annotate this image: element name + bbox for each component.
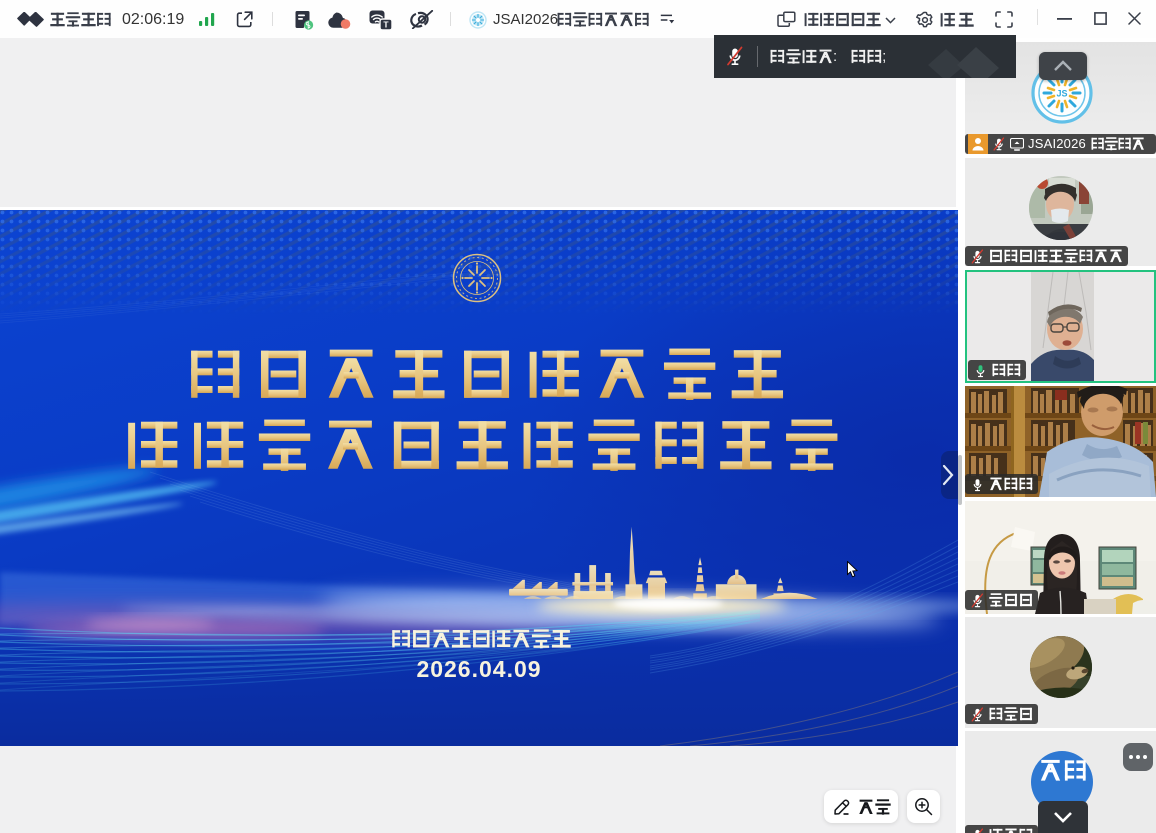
svg-text:JS: JS [1056, 89, 1067, 99]
svg-text:T: T [383, 20, 389, 30]
svg-text:2026.04.09: 2026.04.09 [416, 656, 541, 682]
